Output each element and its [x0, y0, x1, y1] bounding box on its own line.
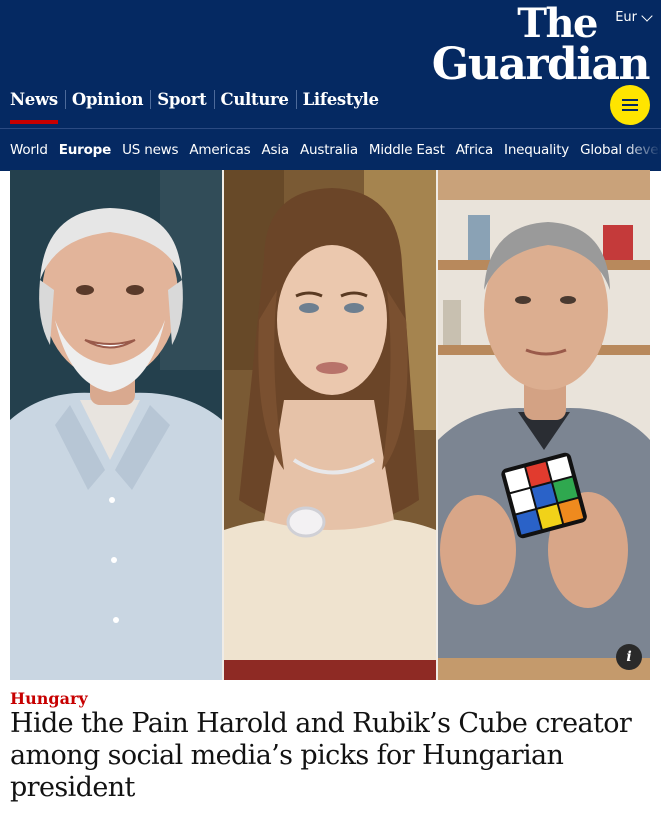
pillar-culture[interactable]: Culture — [213, 90, 296, 109]
masthead: Eur The Guardian News Opinion Sport Cult… — [0, 0, 661, 128]
portrait-rubik — [438, 170, 650, 680]
subnav-inequality[interactable]: Inequality — [504, 142, 569, 158]
subnav-asia[interactable]: Asia — [261, 142, 289, 158]
portrait-harold — [10, 170, 222, 680]
subnav-middle-east[interactable]: Middle East — [369, 142, 445, 158]
logo-line-2: Guardian — [431, 39, 651, 91]
pillar-sport[interactable]: Sport — [150, 90, 213, 109]
subnav-europe[interactable]: Europe — [59, 142, 112, 158]
guardian-logo[interactable]: The Guardian — [431, 0, 651, 91]
section-subnav: World Europe US news Americas Asia Austr… — [0, 128, 661, 171]
subnav-us-news[interactable]: US news — [122, 142, 178, 158]
subnav-americas[interactable]: Americas — [189, 142, 250, 158]
subnav-fade — [625, 129, 661, 171]
portrait-woman — [224, 170, 436, 680]
pillar-opinion[interactable]: Opinion — [64, 90, 150, 109]
section-kicker[interactable]: Hungary — [10, 689, 88, 708]
pillar-lifestyle[interactable]: Lifestyle — [295, 90, 386, 109]
pillar-nav: News Opinion Sport Culture Lifestyle — [10, 90, 386, 124]
subnav-australia[interactable]: Australia — [300, 142, 358, 158]
subnav-world[interactable]: World — [10, 142, 48, 158]
subnav-africa[interactable]: Africa — [456, 142, 494, 158]
pillar-news[interactable]: News — [10, 90, 65, 124]
hamburger-menu-icon[interactable] — [610, 85, 650, 125]
hero-image[interactable]: i — [10, 170, 650, 680]
logo-line-1: The — [517, 0, 598, 47]
article-headline[interactable]: Hide the Pain Harold and Rubik’s Cube cr… — [10, 708, 650, 804]
info-icon[interactable]: i — [616, 644, 642, 670]
